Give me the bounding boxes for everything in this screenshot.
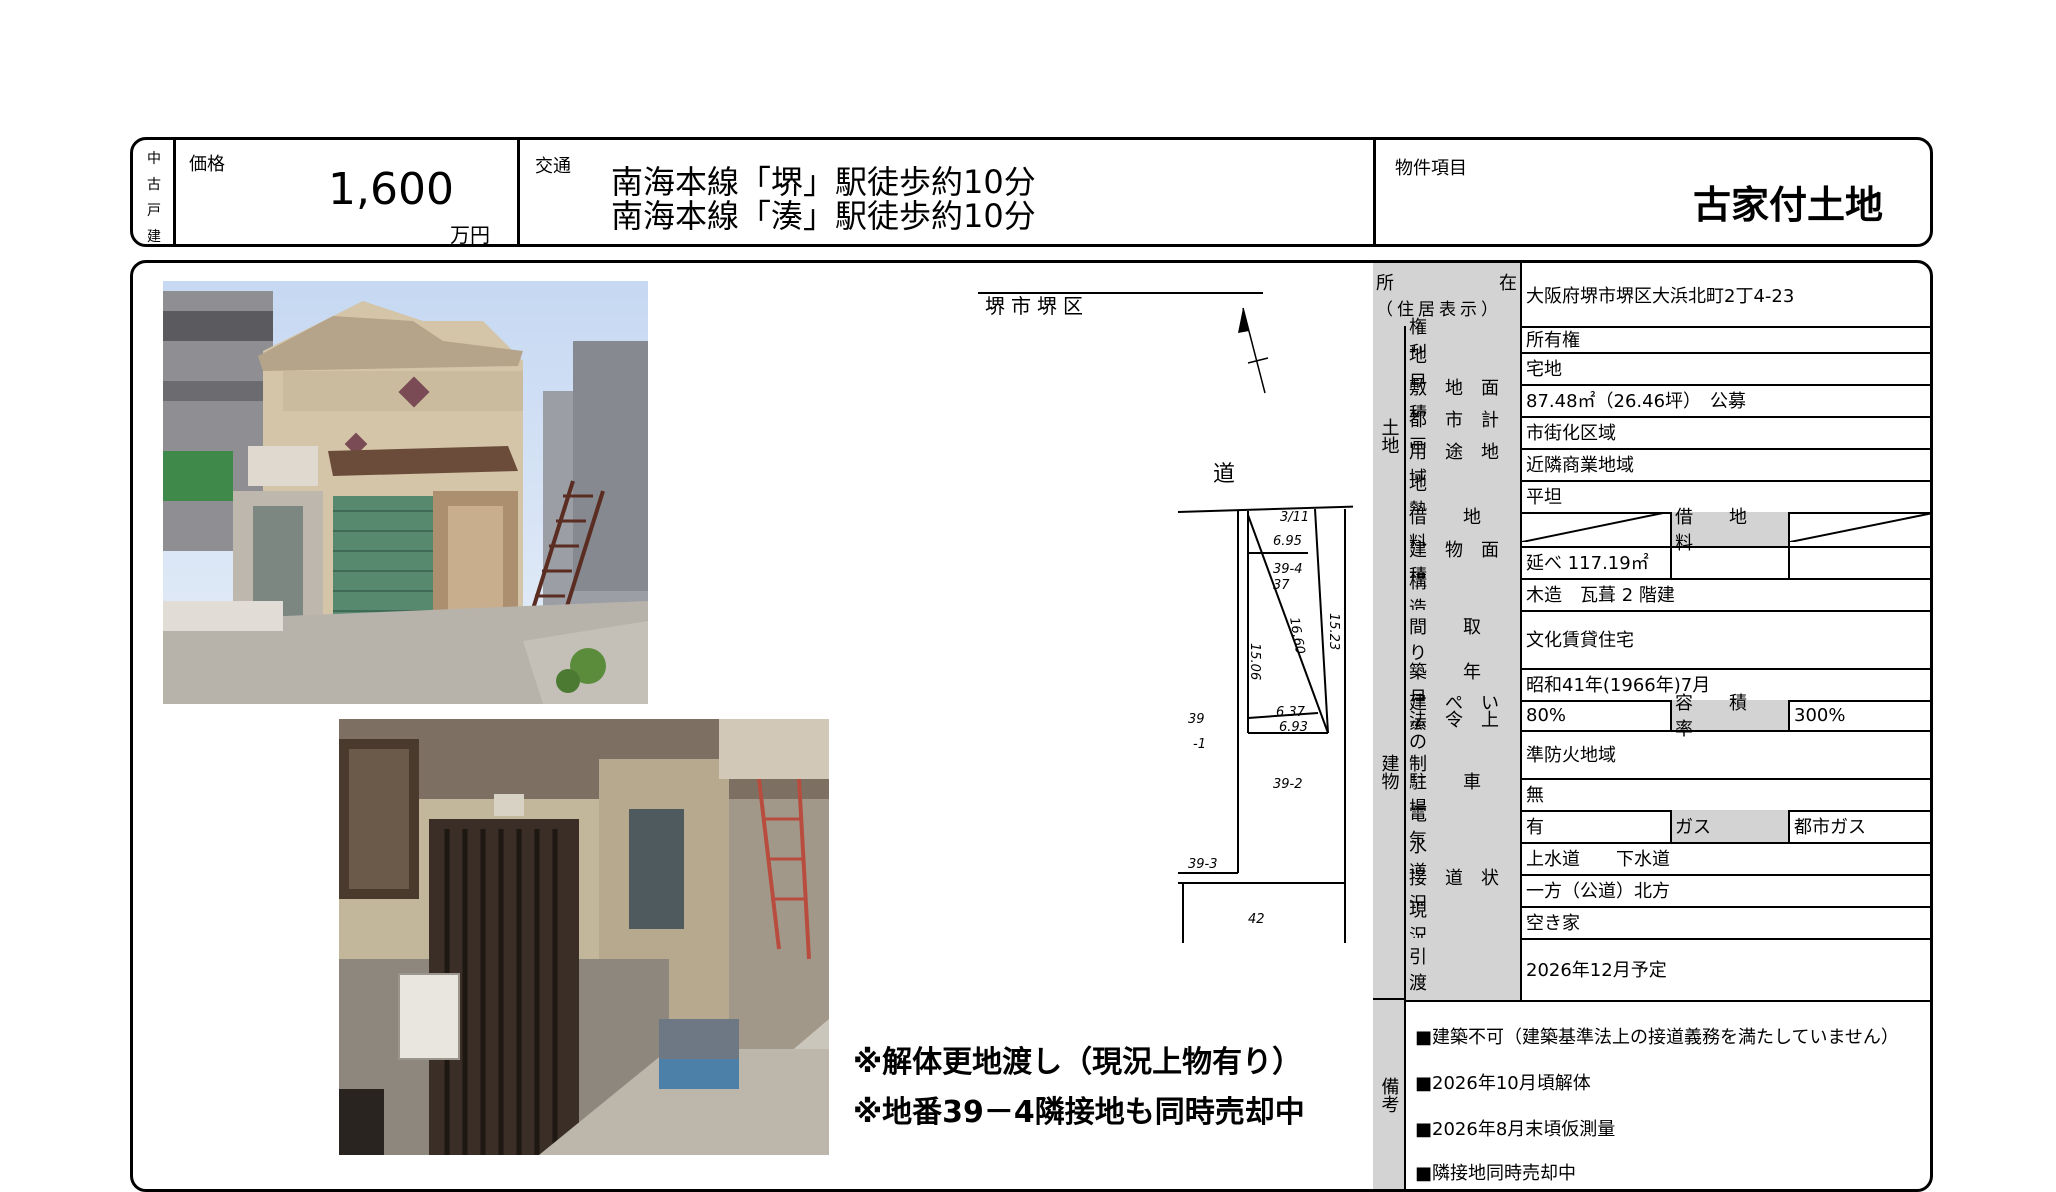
- legal-value: 準防火地域: [1526, 745, 1616, 766]
- property-type: 古家付土地: [1692, 183, 1883, 227]
- spec-table: 所在 （住居表示） 大阪府堺市堺区大浜北町2丁4-23 土地 権 利所有権 地 …: [1373, 263, 1930, 1189]
- category-label: 中 古 戸 建: [147, 151, 161, 245]
- map-lot-label: 39-3: [1188, 857, 1218, 872]
- map-lot-label: 39-4: [1273, 562, 1303, 577]
- gas-value: 都市ガス: [1794, 817, 1866, 838]
- terrain-value: 平坦: [1526, 487, 1562, 508]
- building-area-value: 延べ 117.19㎡: [1522, 546, 1672, 578]
- building-category-label: 建物: [1373, 546, 1406, 1000]
- traffic-line-1: 南海本線「堺」駅徒歩約10分: [611, 163, 1036, 201]
- price-label: 価格: [189, 154, 225, 175]
- note-demolition: ※解体更地渡し（現況上物有り）: [853, 1045, 1303, 1080]
- property-item-label: 物件項目: [1395, 158, 1467, 179]
- entrance-photo: [339, 719, 829, 1155]
- lot-map: 堺市堺区 道 路 3/: [833, 263, 1469, 1023]
- layout-value: 文化賃貸住宅: [1526, 630, 1634, 651]
- map-lot-label: 15.23: [1326, 613, 1341, 650]
- summary-bar: 中 古 戸 建 価格 1,600 万円 交通 南海本線「堺」駅徒歩約10分 南海…: [130, 137, 1933, 247]
- map-lot-label: 42: [1248, 912, 1265, 927]
- electric-value: 有: [1522, 810, 1672, 842]
- map-lot-label: 39: [1188, 712, 1205, 727]
- traffic-label: 交通: [535, 156, 571, 177]
- price-value: 1,600: [328, 164, 454, 215]
- remark-line: ■2026年8月末頃仮測量: [1415, 1119, 1616, 1140]
- parking-value: 無: [1526, 785, 1544, 806]
- map-road-label-1: 道: [1213, 462, 1235, 487]
- map-lot-label: 6.95: [1273, 534, 1302, 549]
- far-value: 300%: [1794, 704, 1846, 726]
- note-adjacent-lot: ※地番39－4隣接地も同時売却中: [853, 1095, 1305, 1130]
- map-lot-label: 15.06: [1247, 643, 1262, 680]
- map-lot-label: -1: [1193, 737, 1206, 752]
- city-plan-value: 市街化区域: [1526, 423, 1616, 444]
- handover-value: 2026年12月予定: [1526, 960, 1667, 981]
- coverage-value: 80%: [1522, 700, 1672, 730]
- remark-line: ■隣接地同時売却中: [1415, 1163, 1577, 1184]
- map-lot-label: 6.93: [1279, 720, 1308, 735]
- remark-line: ■建築不可（建築基準法上の接道義務を満たしていません）: [1415, 1027, 1899, 1048]
- road-access-value: 一方（公道）北方: [1526, 881, 1670, 902]
- land-type-value: 宅地: [1526, 359, 1562, 380]
- traffic-line-2: 南海本線「湊」駅徒歩約10分: [611, 197, 1036, 235]
- price-unit: 万円: [450, 223, 490, 247]
- map-area-label: 堺市堺区: [985, 294, 1089, 318]
- map-lot-label: 16.60: [1286, 616, 1307, 655]
- land-rent-value: [1522, 512, 1672, 546]
- map-lot-label: 6.37: [1276, 705, 1306, 720]
- main-panel: 堺市堺区 道 路 3/: [130, 260, 1933, 1192]
- rights-value: 所有権: [1526, 330, 1580, 351]
- map-lot-label: 3/11: [1280, 510, 1309, 525]
- exterior-photo: [163, 281, 648, 704]
- land-category-label: 土地: [1373, 326, 1406, 548]
- remark-line: ■2026年10月頃解体: [1415, 1073, 1591, 1094]
- zoning-value: 近隣商業地域: [1526, 455, 1634, 476]
- structure-value: 木造 瓦葺 2 階建: [1526, 585, 1675, 606]
- land-area-value: 87.48㎡（26.46坪） 公募: [1526, 391, 1747, 412]
- water-value: 上水道 下水道: [1526, 849, 1670, 870]
- location-value: 大阪府堺市堺区大浜北町2丁4-23: [1526, 285, 1795, 307]
- map-lot-label: 39-2: [1273, 777, 1303, 792]
- sale-notes: ※解体更地渡し（現況上物有り） ※地番39－4隣接地も同時売却中: [853, 1038, 1305, 1138]
- status-value: 空き家: [1526, 913, 1580, 934]
- remarks-category-label: 備考: [1373, 1000, 1406, 1189]
- land-lease-value: [1790, 512, 1930, 546]
- map-lot-label: 37: [1273, 578, 1290, 593]
